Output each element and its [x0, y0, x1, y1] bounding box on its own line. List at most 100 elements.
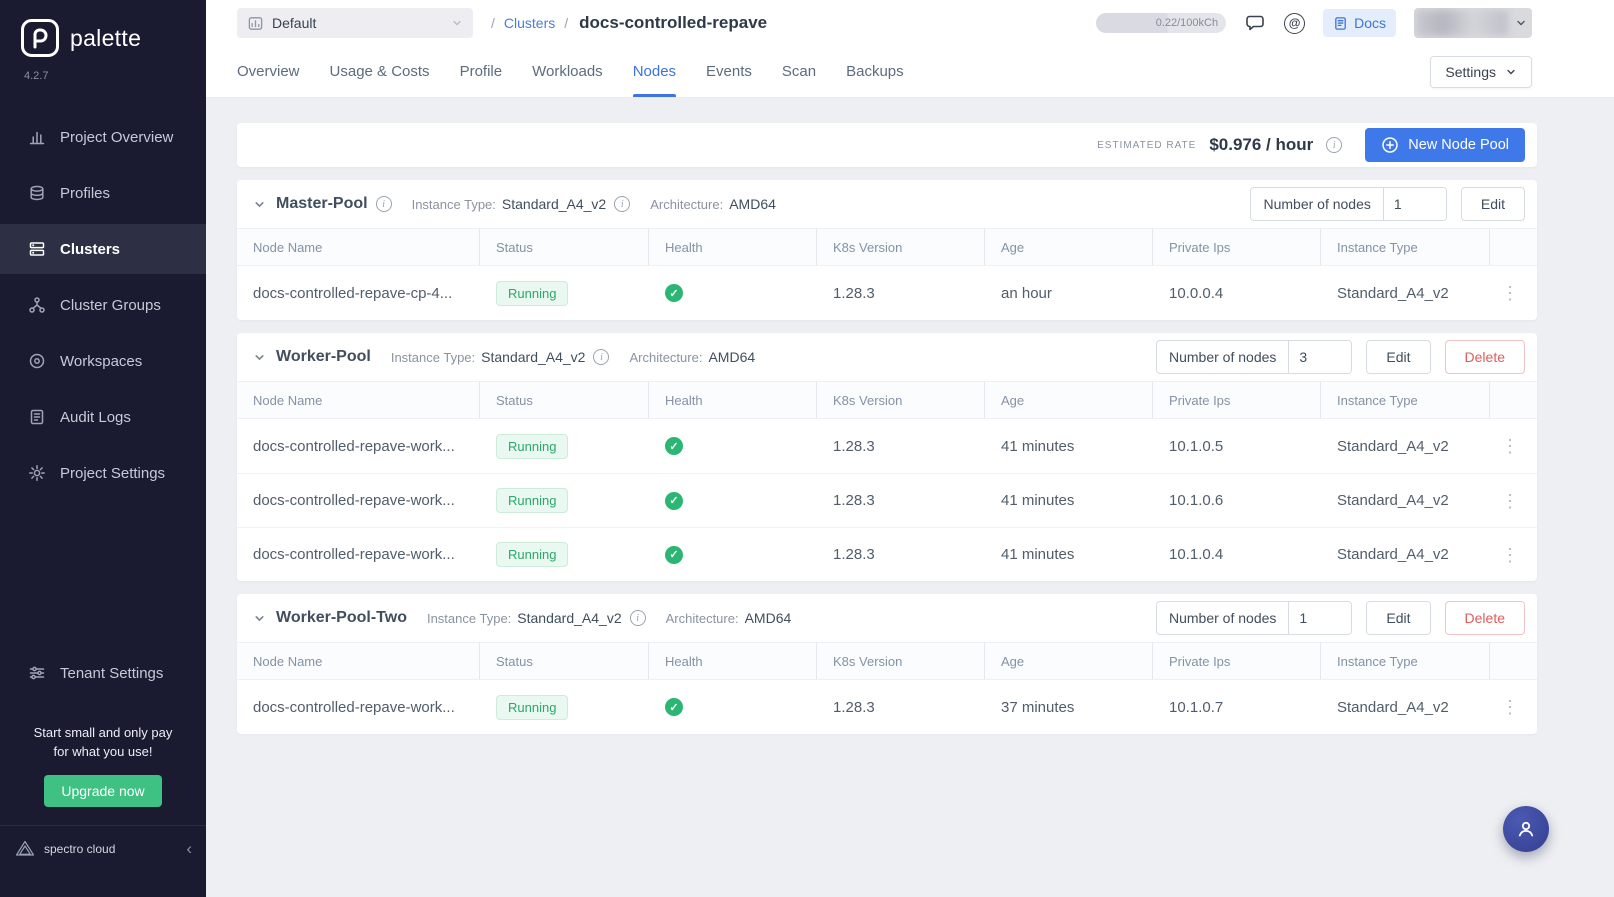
breadcrumb-separator: / — [491, 15, 495, 31]
status-badge: Running — [496, 694, 569, 720]
project-selector[interactable]: Default — [237, 8, 473, 38]
chevron-down-icon — [1505, 66, 1517, 78]
sidebar-item-project-overview[interactable]: Project Overview — [0, 112, 206, 162]
tab-label: Backups — [846, 63, 904, 80]
tab-workloads[interactable]: Workloads — [532, 46, 603, 97]
column-header: Status — [480, 229, 649, 265]
column-header: Private Ips — [1153, 382, 1321, 418]
column-header-empty — [1490, 643, 1537, 679]
info-icon[interactable]: i — [1326, 137, 1343, 153]
tab-label: Usage & Costs — [329, 63, 430, 80]
row-menu-icon[interactable]: ⋮ — [1501, 698, 1519, 716]
breadcrumb-clusters-link[interactable]: Clusters — [504, 15, 555, 31]
sidebar-item-tenant-settings[interactable]: Tenant Settings — [0, 648, 206, 698]
instance-type-value: Standard_A4_v2 — [517, 610, 622, 626]
tab-nodes[interactable]: Nodes — [632, 46, 677, 97]
node-row: docs-controlled-repave-cp-4... Running ✓… — [237, 266, 1537, 320]
health-ok-icon: ✓ — [665, 698, 683, 717]
palette-logo-icon — [20, 18, 60, 58]
tab-usage-costs[interactable]: Usage & Costs — [330, 46, 430, 97]
collapse-pool-icon[interactable] — [253, 198, 266, 211]
breadcrumb-separator: / — [564, 15, 569, 31]
row-menu-icon[interactable]: ⋮ — [1501, 492, 1519, 510]
tab-profile[interactable]: Profile — [460, 46, 503, 97]
node-age: 37 minutes — [1001, 698, 1075, 716]
row-menu-icon[interactable]: ⋮ — [1501, 284, 1519, 302]
pool-actions: Number of nodes Edit Delete — [1156, 601, 1525, 635]
delete-pool-button[interactable]: Delete — [1444, 601, 1525, 635]
k8s-version: 1.28.3 — [833, 437, 875, 455]
number-of-nodes-input[interactable] — [1289, 341, 1352, 373]
collapse-sidebar-icon[interactable]: ‹ — [186, 840, 192, 857]
instance-type: Standard_A4_v2 — [1337, 492, 1449, 509]
tab-label: Events — [706, 63, 752, 80]
column-header: Status — [480, 643, 649, 679]
collapse-pool-icon[interactable] — [253, 612, 266, 625]
info-icon[interactable]: i — [375, 196, 392, 212]
pool-card-master-pool: Master-Pool i Instance Type: Standard_A4… — [237, 180, 1537, 320]
instance-type-label: Instance Type: — [411, 196, 496, 212]
private-ip: 10.1.0.6 — [1169, 492, 1224, 509]
private-ip: 10.1.0.7 — [1169, 698, 1224, 716]
assistant-fab-button[interactable] — [1503, 806, 1549, 852]
info-icon[interactable]: i — [614, 196, 631, 212]
delete-pool-button[interactable]: Delete — [1444, 340, 1525, 374]
brand-name: palette — [70, 24, 142, 51]
sidebar-item-label: Profiles — [60, 184, 111, 202]
plus-circle-icon — [1381, 136, 1399, 154]
info-glyph: i — [636, 612, 639, 624]
sidebar-item-profiles[interactable]: Profiles — [0, 168, 206, 218]
tab-scan[interactable]: Scan — [782, 46, 816, 97]
user-menu[interactable] — [1414, 8, 1532, 38]
chat-icon[interactable] — [1244, 12, 1266, 34]
workspace-icon — [28, 352, 46, 370]
tab-events[interactable]: Events — [706, 46, 752, 97]
sidebar-menu: Project Overview Profiles Clusters Clust… — [0, 106, 206, 504]
tab-label: Workloads — [532, 63, 603, 80]
tab-overview[interactable]: Overview — [237, 46, 300, 97]
column-header: Node Name — [237, 382, 480, 418]
collapse-pool-icon[interactable] — [253, 351, 266, 364]
edit-pool-button[interactable]: Edit — [1366, 340, 1431, 374]
tab-backups[interactable]: Backups — [846, 46, 904, 97]
column-header: Health — [649, 229, 817, 265]
brand-row: palette — [0, 0, 206, 58]
edit-pool-button[interactable]: Edit — [1366, 601, 1431, 635]
edit-pool-button[interactable]: Edit — [1460, 187, 1525, 221]
breadcrumb: / Clusters / docs-controlled-repave — [491, 13, 767, 33]
promo-line-1: Start small and only pay — [33, 725, 173, 741]
status-badge: Running — [496, 280, 569, 306]
pool-header: Master-Pool i Instance Type: Standard_A4… — [237, 180, 1537, 228]
sidebar-item-cluster-groups[interactable]: Cluster Groups — [0, 280, 206, 330]
cluster-tabs: Overview Usage & Costs Profile Workloads… — [206, 46, 1614, 98]
promo-text: Start small and only pay for what you us… — [0, 724, 206, 762]
architecture-value: AMD64 — [729, 196, 776, 212]
sidebar-item-label: Project Overview — [60, 128, 174, 146]
sidebar-item-clusters[interactable]: Clusters — [0, 224, 206, 274]
row-menu-icon[interactable]: ⋮ — [1501, 546, 1519, 564]
settings-button[interactable]: Settings — [1430, 55, 1532, 88]
docs-button[interactable]: Docs — [1323, 9, 1396, 37]
pool-actions: Number of nodes Edit Delete — [1156, 340, 1525, 374]
upgrade-now-button[interactable]: Upgrade now — [44, 775, 162, 807]
info-icon[interactable]: i — [629, 610, 646, 626]
info-icon[interactable]: i — [593, 349, 610, 365]
sidebar-item-workspaces[interactable]: Workspaces — [0, 336, 206, 386]
sidebar-item-audit-logs[interactable]: Audit Logs — [0, 392, 206, 442]
support-at-icon[interactable]: @ — [1284, 12, 1306, 34]
number-of-nodes-input[interactable] — [1289, 602, 1352, 634]
number-of-nodes-input[interactable] — [1383, 188, 1446, 220]
column-header: Age — [985, 643, 1153, 679]
k8s-version: 1.28.3 — [833, 492, 875, 509]
row-menu-icon[interactable]: ⋮ — [1501, 437, 1519, 455]
k8s-version: 1.28.3 — [833, 546, 875, 563]
new-node-pool-button[interactable]: New Node Pool — [1365, 128, 1525, 162]
info-glyph: i — [382, 198, 385, 210]
layers-icon — [28, 184, 46, 202]
instance-type: Standard_A4_v2 — [1337, 546, 1449, 563]
column-header: Node Name — [237, 643, 480, 679]
health-ok-icon: ✓ — [665, 437, 683, 456]
footer-brand: spectro cloud — [44, 841, 116, 856]
node-age: 41 minutes — [1001, 492, 1075, 509]
sidebar-item-project-settings[interactable]: Project Settings — [0, 448, 206, 498]
